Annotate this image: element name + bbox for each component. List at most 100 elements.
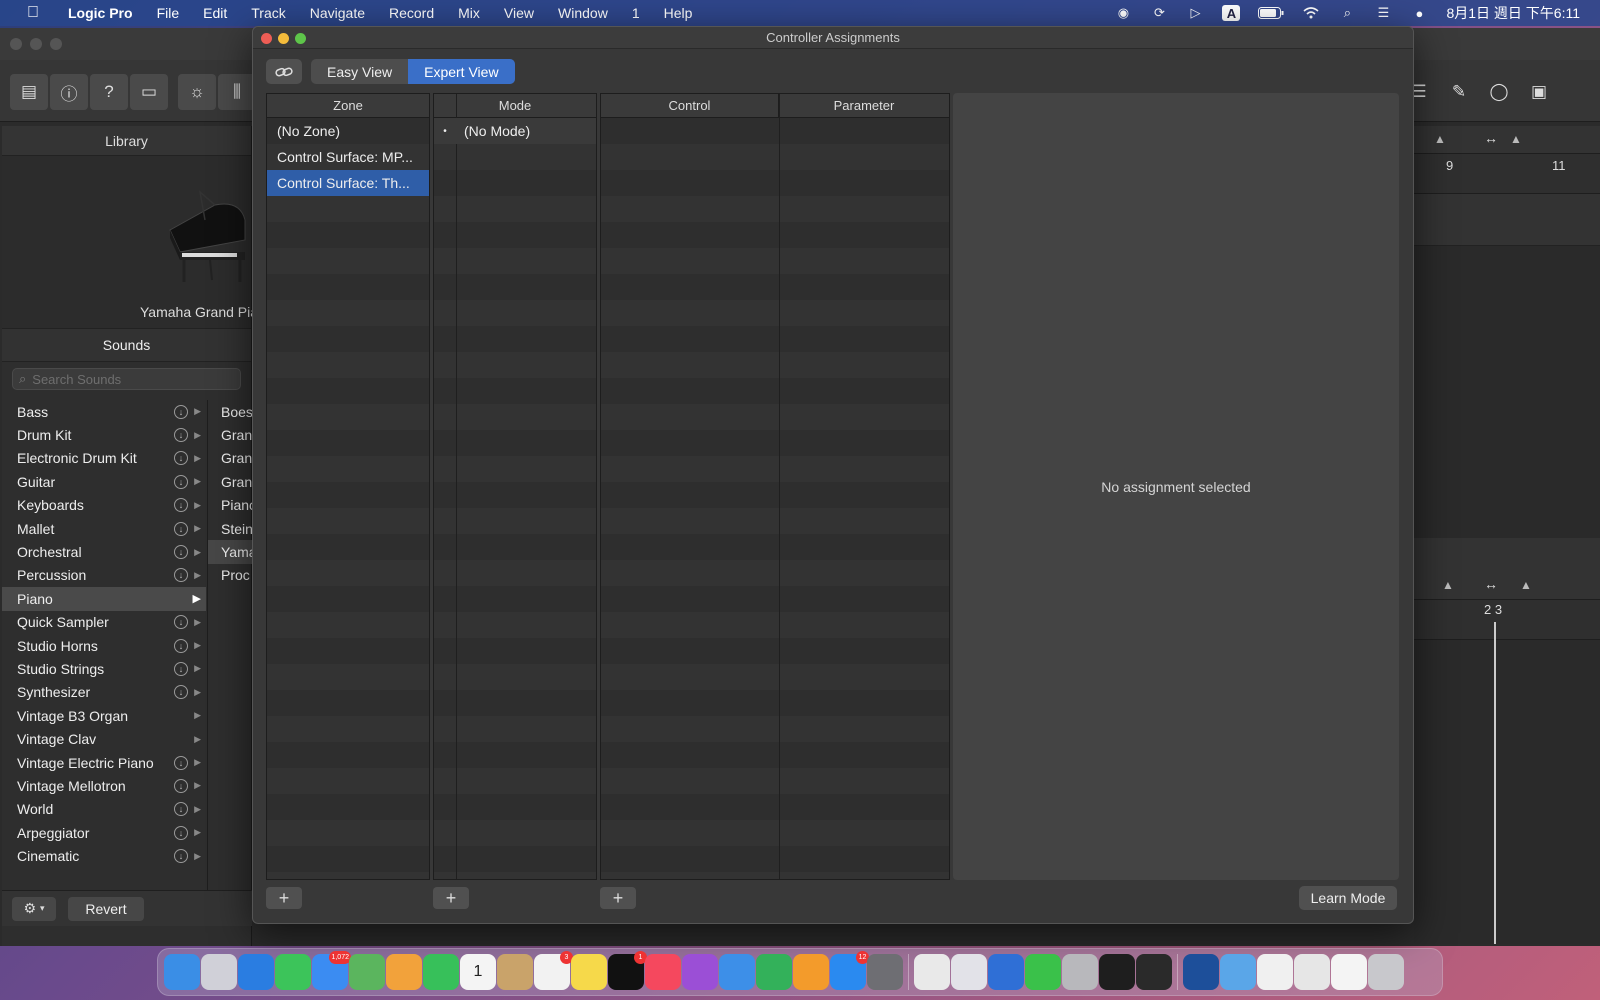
network-icon[interactable] <box>951 954 987 990</box>
menu-edit[interactable]: Edit <box>191 5 239 21</box>
mixer-icon[interactable]: ⫼ <box>218 74 256 110</box>
sound-item[interactable]: Gran <box>208 470 252 493</box>
dialog-minimize-button[interactable] <box>278 33 289 44</box>
apple-menu-icon[interactable]:  <box>20 4 46 22</box>
zoom-slider-icon-3[interactable]: ▲ <box>1442 578 1454 592</box>
menu-mix[interactable]: Mix <box>446 5 492 21</box>
category-item[interactable]: Studio Strings ↓ ▶ <box>2 657 206 680</box>
category-item[interactable]: Keyboards ↓ ▶ <box>2 494 206 517</box>
search-sounds-field[interactable]: ⌕ <box>12 368 241 390</box>
category-item[interactable]: Percussion ↓ ▶ <box>2 564 206 587</box>
category-item[interactable]: Guitar ↓ ▶ <box>2 470 206 493</box>
quick-help-icon[interactable]: ? <box>90 74 128 110</box>
zone-item[interactable]: Control Surface: Th... <box>267 170 429 196</box>
menu-record[interactable]: Record <box>377 5 446 21</box>
main-close-button[interactable] <box>10 38 22 50</box>
facetime-icon[interactable] <box>423 954 459 990</box>
line-icon[interactable] <box>1025 954 1061 990</box>
menu-navigate[interactable]: Navigate <box>298 5 377 21</box>
library-toggle-icon[interactable]: ▤ <box>10 74 48 110</box>
download-icon[interactable]: ↓ <box>174 474 188 489</box>
zoom-slider-icon[interactable]: ▲ <box>1434 132 1446 146</box>
mode-item[interactable]: • (No Mode) <box>434 118 596 144</box>
learn-mode-button[interactable]: Learn Mode <box>1299 886 1397 910</box>
download-icon[interactable]: ↓ <box>174 661 188 676</box>
category-item[interactable]: Vintage Mellotron ↓ ▶ <box>2 774 206 797</box>
download-icon[interactable]: ↓ <box>174 802 188 817</box>
safari-icon[interactable] <box>238 954 274 990</box>
download-icon[interactable]: ↓ <box>174 428 188 443</box>
sync-icon[interactable]: ⟳ <box>1150 5 1168 21</box>
maps-icon[interactable] <box>349 954 385 990</box>
easy-view-button[interactable]: Easy View <box>311 59 408 84</box>
sync-app-icon[interactable] <box>988 954 1024 990</box>
category-item[interactable]: Arpeggiator ↓ ▶ <box>2 821 206 844</box>
category-item[interactable]: Vintage B3 Organ ▶ <box>2 704 206 727</box>
menu-file[interactable]: File <box>145 5 192 21</box>
category-item[interactable]: Synthesizer ↓ ▶ <box>2 681 206 704</box>
photos-icon[interactable] <box>386 954 422 990</box>
menu-window[interactable]: Window <box>546 5 620 21</box>
sound-item[interactable]: Proc <box>208 564 252 587</box>
category-item[interactable]: Bass ↓ ▶ <box>2 400 206 423</box>
messages-icon[interactable] <box>275 954 311 990</box>
mail-icon[interactable]: 1,072 <box>312 951 351 990</box>
pages-icon[interactable] <box>793 954 829 990</box>
add-zone-button[interactable]: + <box>266 887 302 909</box>
reminders-icon[interactable]: 3 <box>534 951 573 990</box>
category-item[interactable]: Electronic Drum Kit ↓ ▶ <box>2 447 206 470</box>
menu-1[interactable]: 1 <box>620 5 652 21</box>
browsers-icon[interactable]: ▣ <box>1520 74 1558 110</box>
category-item[interactable]: Studio Horns ↓ ▶ <box>2 634 206 657</box>
folder-icon[interactable] <box>1220 954 1256 990</box>
sound-item[interactable]: Boes <box>208 400 252 423</box>
revert-button[interactable]: Revert <box>68 896 144 921</box>
mainstage-icon[interactable] <box>1183 954 1219 990</box>
category-item[interactable]: Orchestral ↓ ▶ <box>2 540 206 563</box>
inspector-info-icon[interactable]: ⓘ <box>50 74 88 110</box>
zoom-slider-icon-4[interactable]: ▲ <box>1520 578 1532 592</box>
notepad-icon[interactable] <box>1331 954 1367 990</box>
download-icon[interactable]: ↓ <box>174 638 188 653</box>
control-header[interactable]: Control <box>601 94 779 118</box>
category-item[interactable]: Vintage Clav ▶ <box>2 727 206 750</box>
download-icon[interactable]: ↓ <box>174 615 188 630</box>
spotlight-icon[interactable]: ⌕ <box>1338 5 1356 21</box>
download-icon[interactable]: ↓ <box>174 849 188 864</box>
document-icon-2[interactable] <box>1294 954 1330 990</box>
calendar-icon[interactable]: 1 <box>460 954 496 990</box>
sound-item[interactable]: Yama <box>208 540 252 564</box>
toolbar-toggle-icon[interactable]: ▭ <box>130 74 168 110</box>
menu-track[interactable]: Track <box>239 5 297 21</box>
download-icon[interactable]: ↓ <box>174 685 188 700</box>
system-preferences-icon[interactable] <box>867 954 903 990</box>
battery-icon[interactable] <box>1258 5 1284 21</box>
download-icon[interactable]: ↓ <box>174 755 188 770</box>
menubar-clock[interactable]: 8月1日 週日 下午6:11 <box>1446 3 1580 23</box>
category-item[interactable]: Vintage Electric Piano ↓ ▶ <box>2 751 206 774</box>
add-mode-button[interactable]: + <box>433 887 469 909</box>
document-icon[interactable] <box>1257 954 1293 990</box>
horizontal-resize-icon-2[interactable]: ↔ <box>1484 576 1498 592</box>
play-circle-icon[interactable]: ▷ <box>1186 5 1204 21</box>
music-icon[interactable] <box>645 954 681 990</box>
sound-item[interactable]: Gran <box>208 447 252 470</box>
apple-tv-icon[interactable]: 1 <box>608 951 647 990</box>
chrome-icon[interactable] <box>914 954 950 990</box>
download-icon[interactable]: ↓ <box>174 498 188 513</box>
piano-app-icon[interactable] <box>1136 954 1172 990</box>
sound-item[interactable]: Gran <box>208 423 252 446</box>
disk-utility-icon[interactable] <box>1062 954 1098 990</box>
parameter-header[interactable]: Parameter <box>779 94 949 118</box>
podcasts-icon[interactable] <box>682 954 718 990</box>
menu-view[interactable]: View <box>492 5 546 21</box>
zoom-slider-icon-2[interactable]: ▲ <box>1510 132 1522 146</box>
keynote-icon[interactable] <box>719 954 755 990</box>
zone-item[interactable]: (No Zone) <box>267 118 429 144</box>
input-source-icon[interactable]: A <box>1222 5 1241 21</box>
sound-item[interactable]: Pianc <box>208 494 252 517</box>
trash-icon[interactable] <box>1368 954 1404 990</box>
notes-app-icon[interactable] <box>497 954 533 990</box>
download-icon[interactable]: ↓ <box>174 404 188 419</box>
category-item[interactable]: Cinematic ↓ ▶ <box>2 844 206 867</box>
